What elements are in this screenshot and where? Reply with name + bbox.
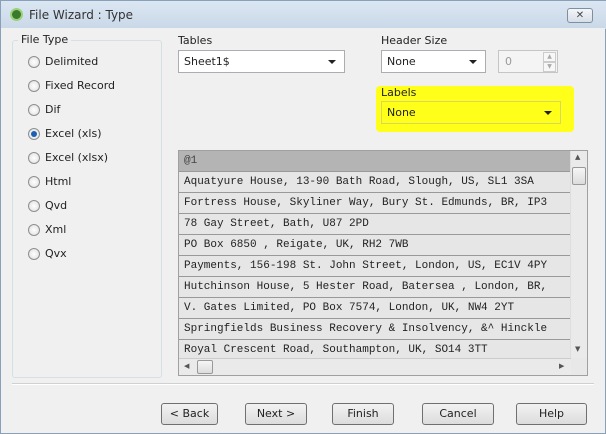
chevron-down-icon bbox=[544, 111, 552, 115]
table-row[interactable]: Fortress House, Skyliner Way, Bury St. E… bbox=[179, 193, 571, 214]
radio-dif[interactable]: Dif bbox=[28, 103, 60, 116]
table-row[interactable]: Aquatyure House, 13-90 Bath Road, Slough… bbox=[179, 172, 571, 193]
table-row[interactable]: 78 Gay Street, Bath, U87 2PD bbox=[179, 214, 571, 235]
divider bbox=[12, 383, 594, 385]
radio-xml[interactable]: Xml bbox=[28, 223, 66, 236]
file-type-label: File Type bbox=[18, 33, 72, 46]
radio-button-icon[interactable] bbox=[28, 223, 40, 236]
scroll-right-icon[interactable]: ▶ bbox=[559, 362, 564, 370]
header-size-label: Header Size bbox=[381, 34, 448, 47]
radio-label: Dif bbox=[45, 103, 61, 116]
radio-button-icon[interactable] bbox=[28, 151, 40, 164]
spinner-value: 0 bbox=[505, 55, 512, 68]
spin-down-button[interactable]: ▼ bbox=[543, 62, 556, 72]
scroll-down-icon[interactable]: ▼ bbox=[575, 345, 580, 353]
tables-label: Tables bbox=[178, 34, 213, 47]
header-size-spinner[interactable]: 0 ▲ ▼ bbox=[498, 50, 558, 73]
radio-html[interactable]: Html bbox=[28, 175, 71, 188]
radio-button-icon[interactable] bbox=[28, 103, 40, 116]
radio-delimited[interactable]: Delimited bbox=[28, 55, 98, 68]
radio-button-icon[interactable] bbox=[28, 199, 40, 212]
radio-button-icon[interactable] bbox=[28, 127, 40, 140]
radio-button-icon[interactable] bbox=[28, 175, 40, 188]
chevron-down-icon bbox=[328, 60, 336, 64]
scroll-up-icon[interactable]: ▲ bbox=[575, 153, 580, 161]
tables-select[interactable]: Sheet1$ bbox=[178, 50, 345, 73]
help-button[interactable]: Help bbox=[516, 403, 587, 425]
vertical-scrollbar[interactable]: ▲ ▼ bbox=[570, 151, 587, 358]
back-button[interactable]: < Back bbox=[161, 403, 218, 425]
labels-value: None bbox=[387, 106, 416, 119]
preview-grid: @1 Aquatyure House, 13-90 Bath Road, Slo… bbox=[178, 150, 588, 376]
radio-label: Delimited bbox=[45, 55, 99, 68]
radio-label: Excel (xlsx) bbox=[45, 151, 109, 164]
chevron-down-icon bbox=[469, 60, 477, 64]
radio-label: Xml bbox=[45, 223, 67, 236]
radio-excel-xls[interactable]: Excel (xls) bbox=[28, 127, 102, 140]
labels-select[interactable]: None bbox=[381, 101, 561, 124]
radio-qvx[interactable]: Qvx bbox=[28, 247, 67, 260]
horizontal-scrollbar[interactable]: ◀ ▶ bbox=[179, 358, 571, 375]
cancel-button[interactable]: Cancel bbox=[422, 403, 494, 425]
table-row[interactable]: Payments, 156-198 St. John Street, Londo… bbox=[179, 256, 571, 277]
radio-label: Fixed Record bbox=[45, 79, 116, 92]
labels-label: Labels bbox=[381, 86, 417, 99]
tables-value: Sheet1$ bbox=[184, 55, 230, 68]
table-row[interactable]: PO Box 6850 , Reigate, UK, RH2 7WB bbox=[179, 235, 571, 256]
radio-label: Excel (xls) bbox=[45, 127, 102, 140]
table-row[interactable]: Hutchinson House, 5 Hester Road, Baterse… bbox=[179, 277, 571, 298]
column-header[interactable]: @1 bbox=[179, 151, 571, 172]
header-size-value: None bbox=[387, 55, 416, 68]
table-row[interactable]: Springfields Business Recovery & Insolve… bbox=[179, 319, 571, 340]
radio-button-icon[interactable] bbox=[28, 79, 40, 92]
dialog-body: File Type Delimited Fixed Record Dif Excel … bbox=[0, 0, 606, 433]
next-button[interactable]: Next > bbox=[245, 403, 307, 425]
radio-label: Qvd bbox=[45, 199, 68, 212]
radio-label: Qvx bbox=[45, 247, 67, 260]
header-size-select[interactable]: None bbox=[381, 50, 486, 73]
radio-qvd[interactable]: Qvd bbox=[28, 199, 67, 212]
spin-up-button[interactable]: ▲ bbox=[543, 52, 556, 62]
finish-button[interactable]: Finish bbox=[332, 403, 394, 425]
radio-button-icon[interactable] bbox=[28, 247, 40, 260]
radio-button-icon[interactable] bbox=[28, 55, 40, 68]
radio-fixed-record[interactable]: Fixed Record bbox=[28, 79, 115, 92]
horizontal-scroll-thumb[interactable] bbox=[197, 360, 213, 374]
radio-label: Html bbox=[45, 175, 72, 188]
scroll-left-icon[interactable]: ◀ bbox=[184, 362, 189, 370]
table-row[interactable]: V. Gates Limited, PO Box 7574, London, U… bbox=[179, 298, 571, 319]
radio-excel-xlsx[interactable]: Excel (xlsx) bbox=[28, 151, 108, 164]
vertical-scroll-thumb[interactable] bbox=[572, 167, 586, 185]
